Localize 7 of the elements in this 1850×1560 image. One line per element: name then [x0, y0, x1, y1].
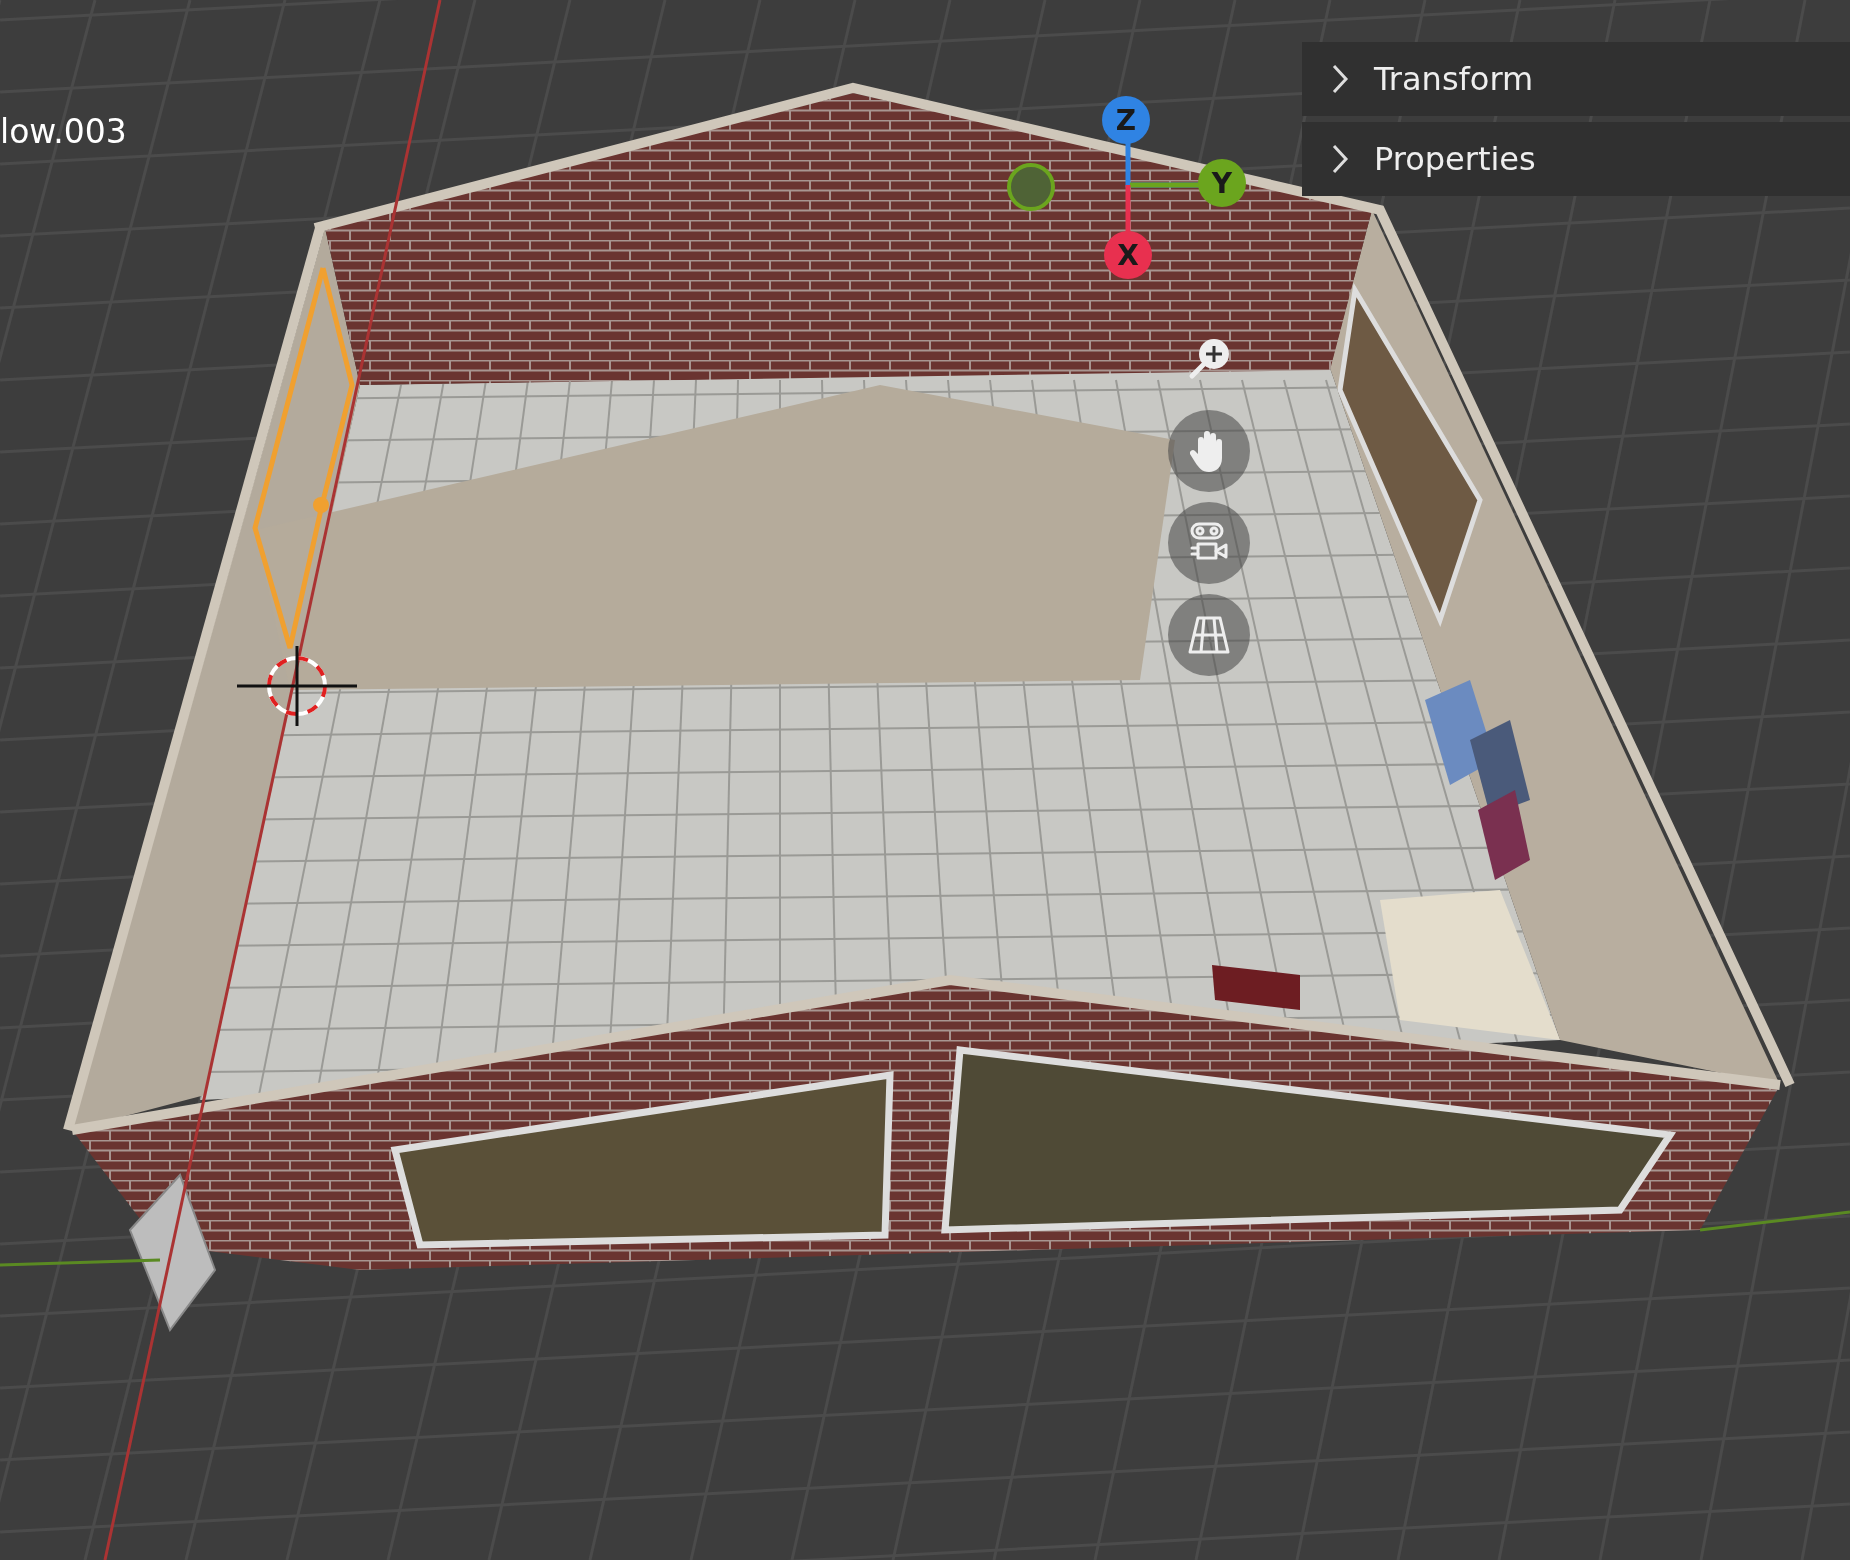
pan-view-button[interactable]	[1168, 410, 1250, 492]
axis-handle[interactable]: Z	[1102, 96, 1150, 144]
ortho-view-button[interactable]	[1168, 594, 1250, 676]
panel-header[interactable]: Transform	[1302, 42, 1850, 116]
object-name: low.003	[0, 112, 127, 151]
camera-view-button[interactable]	[1168, 502, 1250, 584]
panel-header[interactable]: Properties	[1302, 122, 1850, 196]
